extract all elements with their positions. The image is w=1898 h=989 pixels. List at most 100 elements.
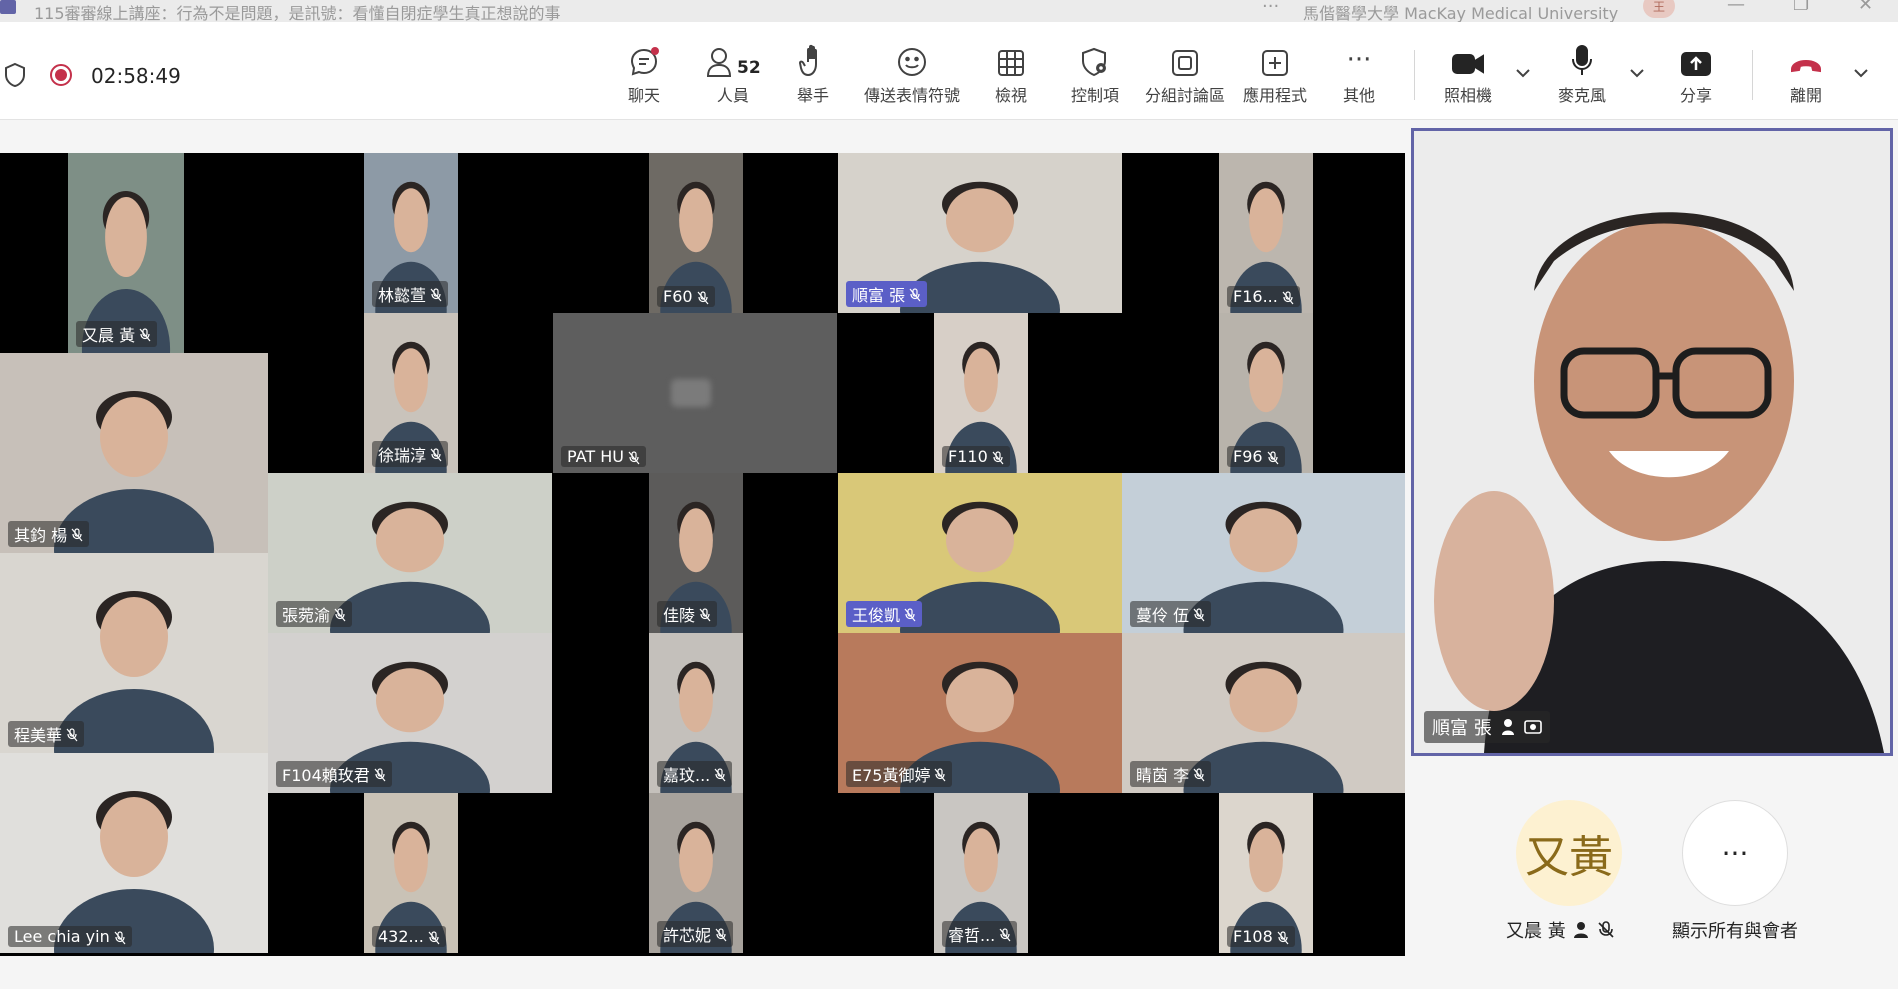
video-tile[interactable]: F96 — [1219, 313, 1313, 473]
apps-label: 應用程式 — [1243, 86, 1308, 105]
participant-name-tag: 佳陵 — [657, 601, 718, 627]
participant-face — [946, 668, 1014, 733]
share-screen-icon — [1681, 52, 1711, 76]
microphone-button[interactable]: 麥克風 — [1558, 42, 1606, 112]
video-tile[interactable]: 林懿萱 — [364, 153, 458, 313]
react-button[interactable]: 傳送表情符號 — [864, 42, 960, 112]
video-tile[interactable]: 其鈞 楊 — [0, 353, 268, 553]
participant-name-tag: 睛茵 李 — [1130, 761, 1212, 787]
microphone-muted-icon — [697, 290, 709, 304]
participant-name-tag: 程美華 — [8, 721, 85, 747]
pinned-icon — [1501, 719, 1514, 735]
video-tile[interactable]: 嘉玟... — [649, 633, 743, 793]
microphone-muted-icon — [992, 450, 1004, 464]
video-tile[interactable]: F16... — [1219, 153, 1313, 313]
video-tile[interactable]: PAT HU — [553, 313, 837, 473]
shield-icon[interactable] — [4, 62, 26, 88]
participant-name-tag: 林懿萱 — [372, 281, 449, 307]
camera-button[interactable]: 照相機 — [1444, 42, 1492, 112]
leave-label: 離開 — [1789, 86, 1822, 105]
participant-face — [1229, 668, 1298, 733]
participant-name-tag: 又晨 黃 — [76, 321, 158, 347]
toolbar-divider — [1414, 50, 1415, 100]
participant-name: 蔓伶 伍 — [1136, 606, 1190, 625]
video-tile[interactable]: 432... — [364, 793, 458, 953]
participant-name-tag: F108 — [1227, 926, 1295, 947]
video-tile[interactable]: 又晨 黃 — [68, 153, 184, 353]
participant-face — [679, 668, 713, 733]
participant-face — [394, 188, 428, 253]
breakout-rooms-label: 分組討論區 — [1145, 86, 1226, 105]
participant-face — [1229, 508, 1298, 573]
participant-name: 許芯妮 — [663, 926, 712, 945]
people-icon — [706, 48, 732, 77]
show-all-participants-button[interactable]: ··· — [1682, 800, 1788, 906]
teams-app-icon — [0, 0, 16, 14]
microphone-muted-icon — [428, 930, 440, 944]
participant-body — [900, 581, 1060, 633]
people-button[interactable]: 52 人員 — [705, 42, 761, 112]
video-tile[interactable]: E75黃御婷 — [838, 633, 1122, 793]
people-label: 人員 — [716, 86, 749, 105]
participant-name-tag: 睿哲... — [942, 921, 1018, 947]
microphone-options-chevron-icon[interactable] — [1628, 66, 1646, 80]
user-avatar[interactable]: 王 — [1643, 0, 1675, 18]
controls-button[interactable]: 控制項 — [1071, 42, 1119, 112]
video-tile[interactable]: 佳陵 — [649, 473, 743, 633]
video-tile[interactable]: 張菀渝 — [268, 473, 552, 633]
meeting-toolbar: 02:58:49 聊天 52 人員 舉手 傳送表情符號 檢視 控制項 分組討論區… — [0, 22, 1898, 120]
spotlight-name: 順富 張 — [1432, 718, 1492, 739]
microphone-muted-icon — [628, 450, 640, 464]
participant-name: 程美華 — [14, 726, 63, 745]
minimize-button[interactable]: — — [1727, 0, 1745, 15]
breakout-rooms-button[interactable]: 分組討論區 — [1145, 42, 1225, 112]
video-tile[interactable]: 程美華 — [0, 553, 268, 753]
participant-face — [100, 397, 168, 477]
spotlight-video-tile[interactable]: 順富 張 — [1411, 128, 1893, 756]
participant-face — [105, 197, 147, 277]
raise-hand-button[interactable]: 舉手 — [797, 42, 829, 112]
microphone-muted-icon — [114, 930, 126, 944]
apps-button[interactable]: 應用程式 — [1243, 42, 1307, 112]
microphone-muted-icon — [139, 327, 151, 342]
participant-face — [946, 188, 1014, 253]
participant-face — [946, 508, 1014, 573]
microphone-muted-icon — [334, 607, 346, 622]
leave-button[interactable]: 離開 — [1789, 42, 1823, 112]
video-tile[interactable]: F110 — [934, 313, 1028, 473]
more-dots-icon: ··· — [1721, 836, 1749, 870]
video-tile[interactable]: 徐瑞淳 — [364, 313, 458, 473]
participant-name-tag: 其鈞 楊 — [8, 521, 90, 547]
participant-avatar[interactable]: 又黃 — [1516, 800, 1622, 906]
microphone-muted-icon — [430, 287, 442, 302]
more-button[interactable]: ··· 其他 — [1343, 42, 1375, 112]
speaker-silhouette-icon — [1434, 212, 1884, 753]
participant-name-tag: 許芯妮 — [657, 921, 734, 947]
share-label: 分享 — [1680, 86, 1713, 105]
chat-button[interactable]: 聊天 — [628, 42, 660, 112]
video-tile[interactable]: 順富 張 — [838, 153, 1122, 313]
leave-options-chevron-icon[interactable] — [1852, 66, 1870, 80]
camera-options-chevron-icon[interactable] — [1514, 66, 1532, 80]
title-more-button[interactable]: ··· — [1262, 0, 1279, 17]
video-tile[interactable]: F104賴玫君 — [268, 633, 552, 793]
restore-button[interactable]: ❐ — [1793, 0, 1809, 15]
video-tile[interactable]: Lee chia yin — [0, 753, 268, 953]
view-button[interactable]: 檢視 — [995, 42, 1027, 112]
participant-name-tag: 嘉玟... — [657, 761, 733, 787]
microphone-muted-icon — [1598, 921, 1614, 938]
video-tile[interactable]: 王俊凱 — [838, 473, 1122, 633]
video-tile[interactable]: F60 — [649, 153, 743, 313]
controls-label: 控制項 — [1071, 86, 1120, 105]
participant-name: 佳陵 — [663, 606, 696, 625]
video-tile[interactable]: 睿哲... — [934, 793, 1028, 953]
meeting-title: 115審審線上講座：行為不是問題，是訊號：看懂自閉症學生真正想說的事 — [34, 4, 561, 23]
share-button[interactable]: 分享 — [1680, 42, 1712, 112]
participant-name: F104賴玫君 — [282, 766, 370, 785]
video-tile[interactable]: 睛茵 李 — [1122, 633, 1405, 793]
close-window-button[interactable]: ✕ — [1858, 0, 1873, 15]
participant-name-tag: F96 — [1227, 446, 1285, 467]
video-tile[interactable]: 蔓伶 伍 — [1122, 473, 1405, 633]
video-tile[interactable]: F108 — [1219, 793, 1313, 953]
video-tile[interactable]: 許芯妮 — [649, 793, 743, 953]
